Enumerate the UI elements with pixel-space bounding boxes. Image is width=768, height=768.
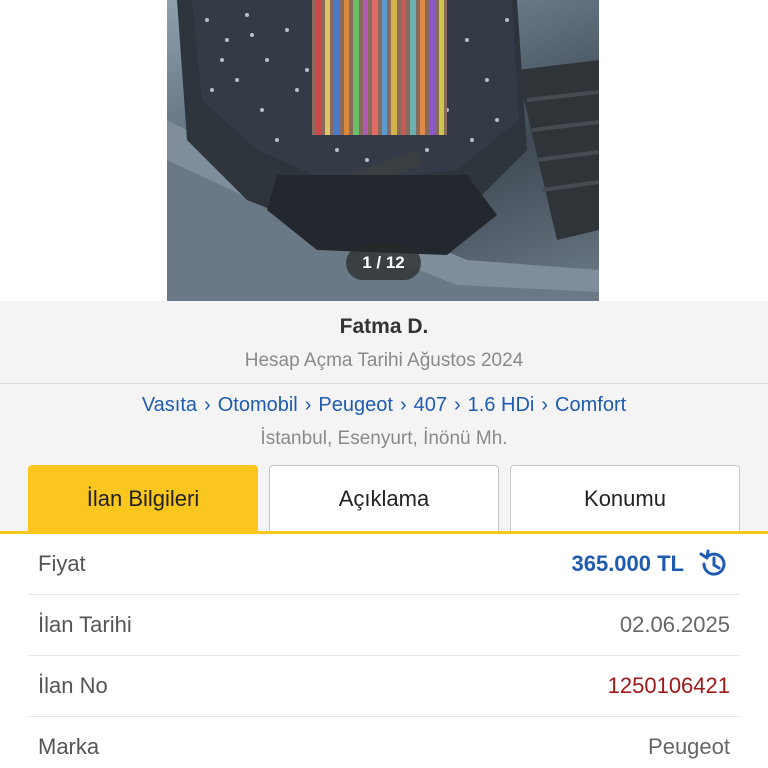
photo-counter: 1 / 12 — [346, 246, 421, 280]
brand-label: Marka — [38, 734, 100, 759]
breadcrumb-item-peugeot[interactable]: Peugeot — [318, 394, 393, 417]
detail-row-ad-date: İlan Tarihi 02.06.2025 — [28, 595, 740, 656]
ad-number-value: 1250106421 — [607, 673, 730, 698]
tab-konumu[interactable]: Konumu — [510, 465, 740, 531]
breadcrumb: Vasıta › Otomobil › Peugeot › 407 › 1.6 … — [0, 394, 768, 417]
breadcrumb-separator: › — [541, 394, 549, 416]
seller-name[interactable]: Fatma D. — [0, 315, 768, 339]
price-label: Fiyat — [38, 551, 86, 576]
breadcrumb-separator: › — [204, 394, 211, 416]
ad-date-label: İlan Tarihi — [38, 612, 132, 637]
tab-aciklama[interactable]: Açıklama — [269, 465, 499, 531]
photo-gallery[interactable]: 1 / 12 — [0, 0, 768, 301]
breadcrumb-separator: › — [399, 394, 407, 416]
breadcrumb-separator: › — [304, 394, 312, 416]
breadcrumb-separator: › — [453, 394, 461, 416]
tab-ilan-bilgileri[interactable]: İlan Bilgileri — [28, 465, 258, 531]
seller-header: Fatma D. Hesap Açma Tarihi Ağustos 2024 — [0, 301, 768, 384]
price-value: 365.000 TL — [571, 551, 684, 576]
price-value-group: 365.000 TL — [571, 548, 730, 580]
brand-value: Peugeot — [648, 734, 730, 759]
ad-number-label: İlan No — [38, 673, 108, 698]
listing-details: Fiyat 365.000 TL İlan Tarihi 02.06.2025 … — [0, 534, 768, 768]
breadcrumb-item-trim[interactable]: Comfort — [555, 394, 626, 417]
detail-row-price: Fiyat 365.000 TL — [28, 534, 740, 595]
account-creation-date: Hesap Açma Tarihi Ağustos 2024 — [244, 350, 524, 371]
listing-tabs: İlan Bilgileri Açıklama Konumu — [0, 465, 768, 534]
breadcrumb-item-vasita[interactable]: Vasıta — [142, 394, 197, 417]
ad-date-value: 02.06.2025 — [619, 612, 730, 637]
detail-row-ad-number: İlan No 1250106421 — [28, 656, 740, 717]
breadcrumb-item-engine[interactable]: 1.6 HDi — [468, 394, 535, 417]
detail-row-brand: Marka Peugeot — [28, 717, 740, 768]
history-icon[interactable] — [698, 548, 730, 580]
listing-location: İstanbul, Esenyurt, İnönü Mh. — [260, 428, 508, 449]
breadcrumb-item-otomobil[interactable]: Otomobil — [218, 394, 298, 417]
breadcrumb-item-407[interactable]: 407 — [414, 394, 447, 417]
